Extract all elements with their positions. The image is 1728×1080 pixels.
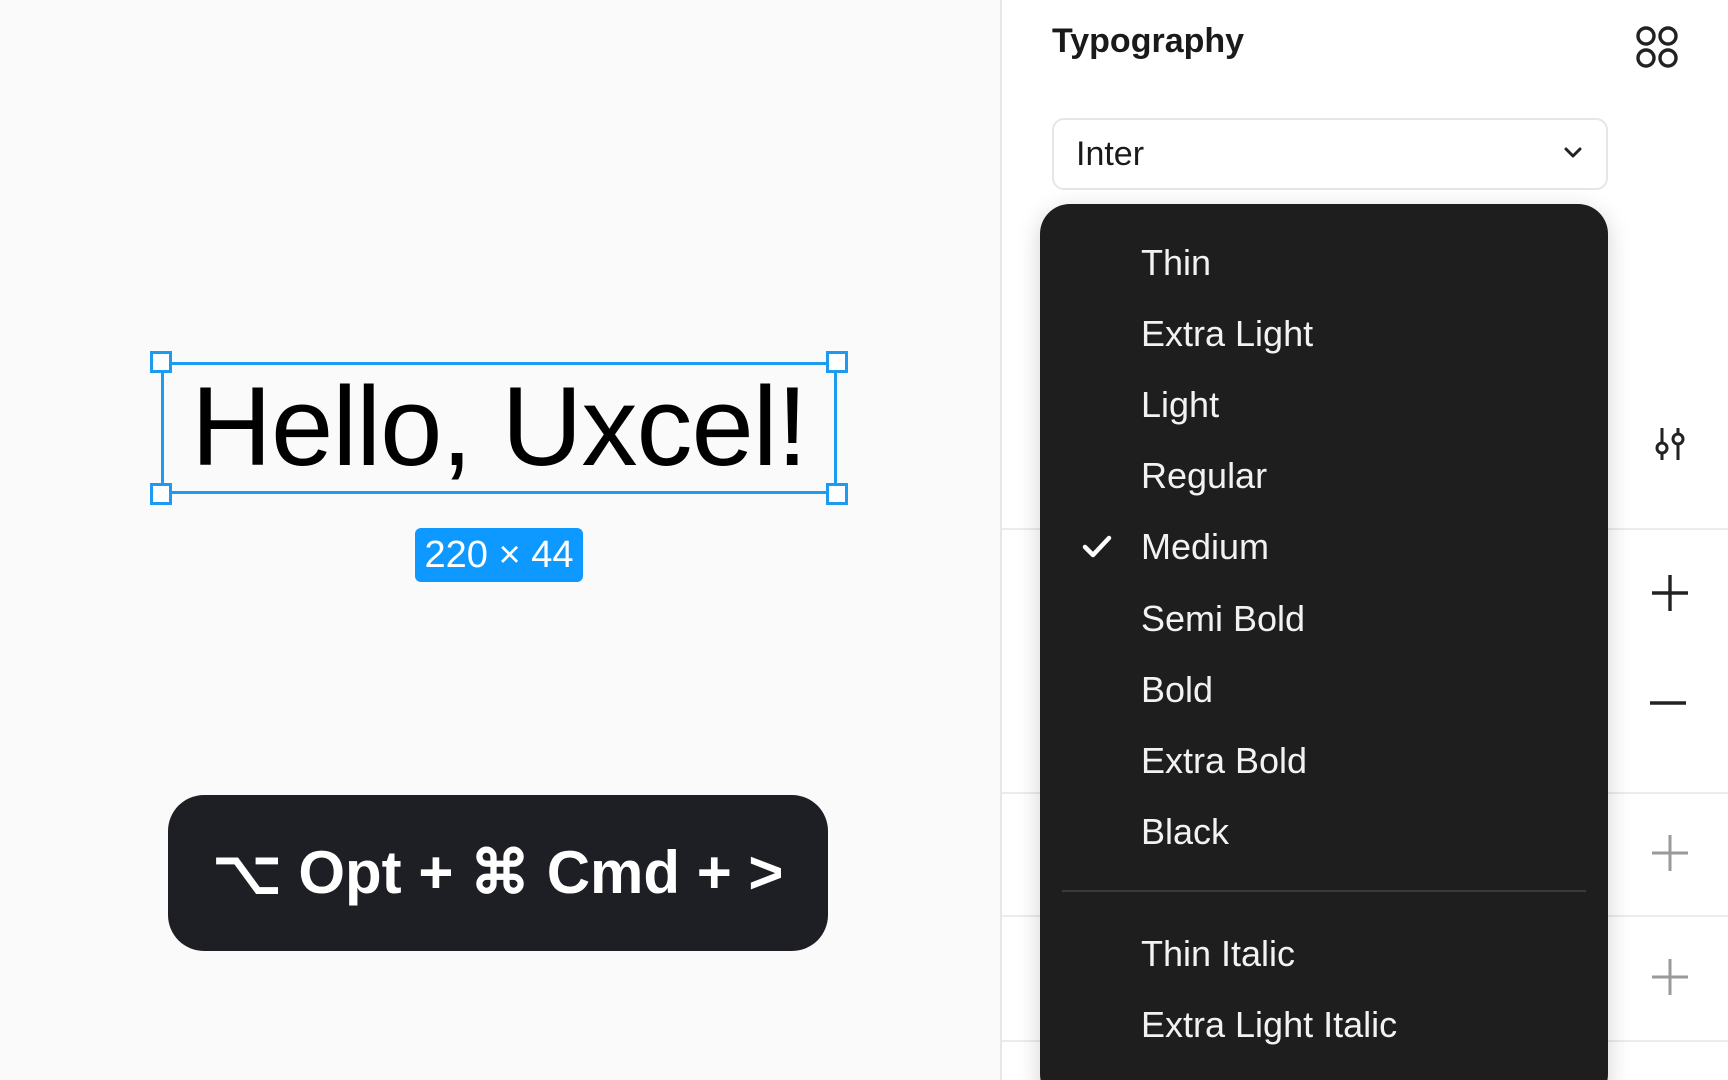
chevron-down-icon [1564,147,1582,158]
resize-handle-bottom-left[interactable] [150,483,172,505]
panel-title: Typography [1052,22,1245,60]
checkmark-icon [1082,535,1112,558]
design-canvas[interactable]: Hello, Uxcel! 220 × 44 ⌥ Opt + ⌘ Cmd + > [0,0,1000,1080]
minus-icon[interactable] [1648,683,1688,723]
resize-handle-top-left[interactable] [150,351,172,373]
menu-item-extra-light-italic[interactable]: Extra Light Italic [1040,993,1608,1057]
font-weight-menu: Thin Extra Light Light Regular Medium Se… [1040,204,1608,1080]
menu-item-extra-light[interactable]: Extra Light [1040,302,1608,366]
menu-item-label: Thin [1141,242,1212,283]
keyboard-shortcut-hint: ⌥ Opt + ⌘ Cmd + > [168,795,828,951]
font-family-select[interactable]: Inter [1052,118,1608,190]
menu-item-extra-bold[interactable]: Extra Bold [1040,729,1608,793]
menu-item-black[interactable]: Black [1040,800,1608,864]
menu-item-regular[interactable]: Regular [1040,444,1608,508]
styles-grid-icon[interactable] [1634,24,1680,70]
plus-icon[interactable] [1650,573,1690,613]
menu-item-label: Thin Italic [1141,933,1296,974]
menu-item-label: Bold [1141,669,1214,710]
sliders-icon[interactable] [1650,424,1690,464]
selected-text-layer[interactable]: Hello, Uxcel! [150,351,848,505]
font-family-value: Inter [1076,135,1145,173]
menu-item-light[interactable]: Light [1040,373,1608,437]
resize-handle-bottom-right[interactable] [826,483,848,505]
menu-item-thin[interactable]: Thin [1040,231,1608,295]
plus-icon[interactable] [1650,833,1690,873]
menu-item-semi-bold[interactable]: Semi Bold [1040,587,1608,651]
menu-item-bold[interactable]: Bold [1040,658,1608,722]
plus-icon[interactable] [1650,957,1690,997]
app-window: Hello, Uxcel! 220 × 44 ⌥ Opt + ⌘ Cmd + >… [0,0,1728,1080]
menu-item-label: Extra Light [1141,313,1314,354]
dimensions-badge: 220 × 44 [415,528,583,582]
menu-item-label: Extra Light Italic [1141,1004,1398,1045]
menu-item-label: Light [1141,384,1220,425]
menu-item-thin-italic[interactable]: Thin Italic [1040,922,1608,986]
menu-item-medium[interactable]: Medium [1040,515,1608,579]
menu-item-label: Regular [1141,455,1268,496]
menu-item-label: Semi Bold [1141,598,1306,639]
text-layer-content[interactable]: Hello, Uxcel! [164,367,834,487]
menu-item-label: Black [1141,811,1230,852]
menu-item-label: Extra Bold [1141,740,1308,781]
resize-handle-top-right[interactable] [826,351,848,373]
menu-item-label: Medium [1141,526,1270,567]
menu-separator [1062,890,1586,892]
